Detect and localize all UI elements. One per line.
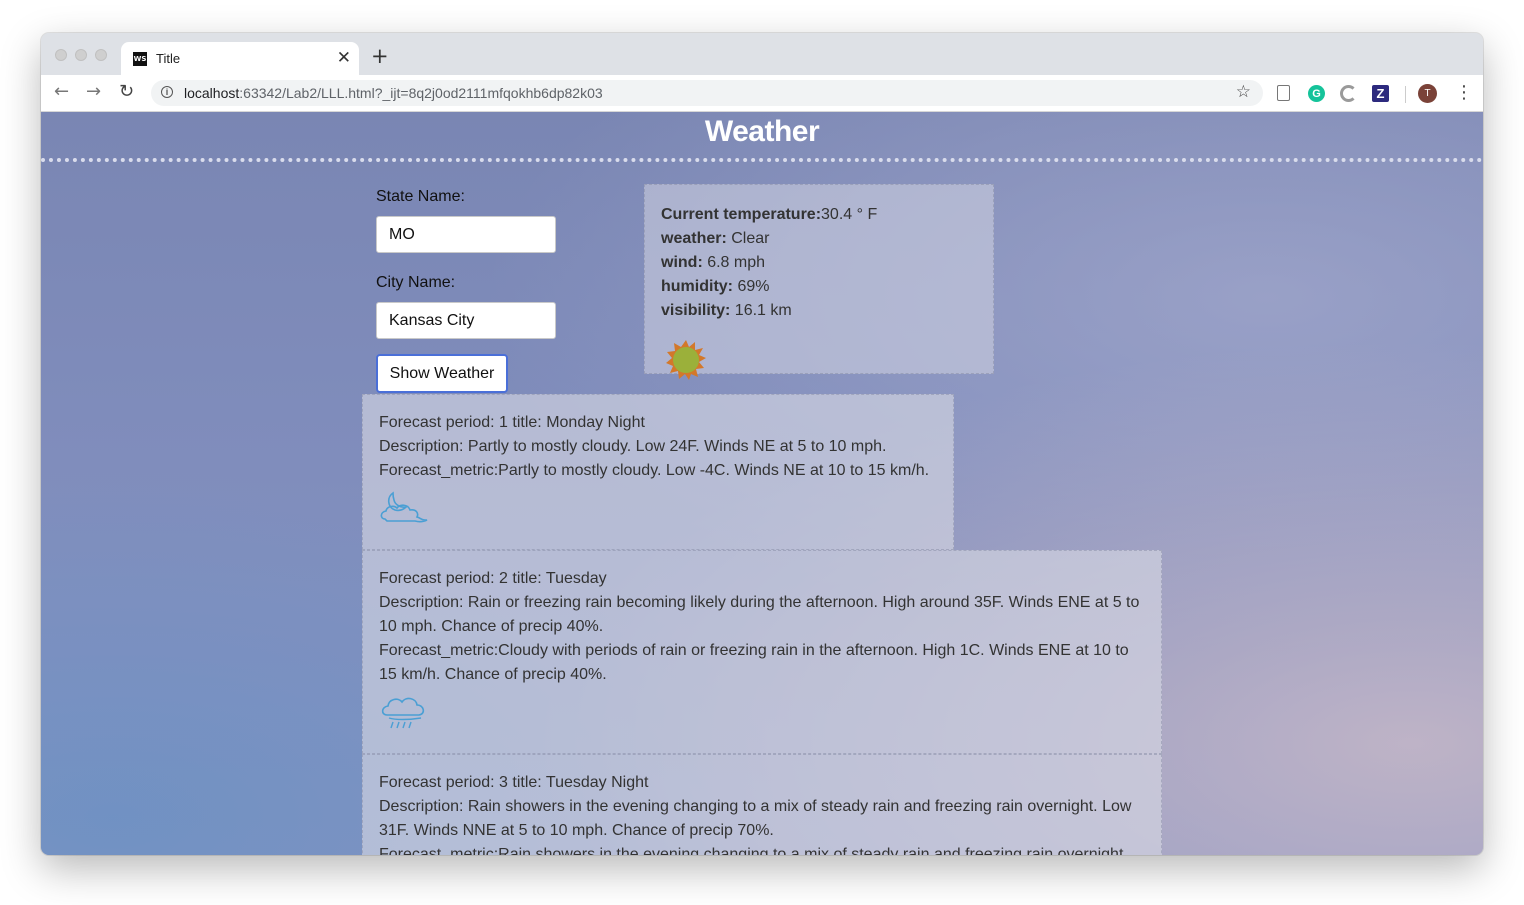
- window-close-button[interactable]: [55, 49, 67, 61]
- back-arrow-icon[interactable]: ←: [54, 83, 69, 101]
- forward-arrow-icon[interactable]: →: [86, 83, 101, 101]
- z-extension-icon[interactable]: Z: [1372, 85, 1389, 102]
- tab-title: Title: [156, 51, 181, 66]
- city-label: City Name:: [376, 274, 456, 291]
- browser-toolbar: ← → ↻ i localhost:63342/Lab2/LLL.html?_i…: [41, 75, 1483, 112]
- forecast-metric: Forecast_metric:Rain showers in the even…: [379, 846, 1128, 855]
- forecast-period-3: Forecast period: 3 title: Tuesday Night …: [362, 754, 1162, 855]
- grammarly-extension-icon[interactable]: G: [1308, 85, 1325, 102]
- state-label: State Name:: [376, 188, 465, 205]
- url-text[interactable]: localhost:63342/Lab2/LLL.html?_ijt=8q2j0…: [184, 85, 603, 101]
- forecast-period-2: Forecast period: 2 title: Tuesday Descri…: [362, 550, 1162, 754]
- visibility-row: visibility: 16.1 km: [661, 299, 977, 323]
- webstorm-favicon-icon: WS: [133, 52, 147, 66]
- profile-avatar[interactable]: T: [1418, 84, 1437, 103]
- rain-cloud-icon: [381, 697, 425, 729]
- visibility-label: visibility:: [661, 302, 731, 319]
- forecast-description: Description: Rain showers in the evening…: [379, 798, 1132, 839]
- address-bar[interactable]: i localhost:63342/Lab2/LLL.html?_ijt=8q2…: [151, 80, 1263, 106]
- tab-close-icon[interactable]: ✕: [337, 48, 351, 68]
- city-input[interactable]: Kansas City: [376, 302, 556, 339]
- browser-window: WS Title ✕ + ← → ↻ i localhost:63342/Lab…: [41, 33, 1483, 855]
- reload-icon[interactable]: ↻: [119, 83, 134, 101]
- wind-label: wind:: [661, 254, 703, 271]
- window-maximize-button[interactable]: [95, 49, 107, 61]
- forecast-heading: Forecast period: 2 title: Tuesday: [379, 570, 607, 587]
- browser-menu-icon[interactable]: ⋮: [1455, 82, 1473, 103]
- sun-icon: [666, 340, 706, 380]
- weather-value: Clear: [726, 230, 770, 247]
- humidity-row: humidity: 69%: [661, 275, 977, 299]
- forecast-metric: Forecast_metric:Cloudy with periods of r…: [379, 642, 1129, 683]
- temperature-row: Current temperature:30.4 ° F: [661, 203, 977, 227]
- wind-row: wind: 6.8 mph: [661, 251, 977, 275]
- document-extension-icon[interactable]: [1277, 85, 1290, 101]
- bookmark-star-icon[interactable]: ☆: [1236, 82, 1251, 102]
- browser-tab[interactable]: WS Title ✕: [121, 42, 359, 75]
- forecast-description: Description: Rain or freezing rain becom…: [379, 594, 1140, 635]
- toolbar-divider: [1405, 86, 1406, 103]
- forecast-metric: Forecast_metric:Partly to mostly cloudy.…: [379, 462, 930, 479]
- show-weather-button[interactable]: Show Weather: [376, 354, 508, 393]
- weather-row: weather: Clear: [661, 227, 977, 251]
- forecast-heading: Forecast period: 1 title: Monday Night: [379, 414, 645, 431]
- temperature-value: 30.4 ° F: [821, 206, 878, 223]
- humidity-label: humidity:: [661, 278, 733, 295]
- forecast-heading: Forecast period: 3 title: Tuesday Night: [379, 774, 649, 791]
- humidity-value: 69%: [733, 278, 770, 295]
- partly-cloudy-night-icon: [380, 491, 428, 523]
- wind-value: 6.8 mph: [702, 254, 766, 271]
- weather-label: weather:: [661, 230, 727, 247]
- url-host: localhost: [184, 85, 240, 101]
- state-input[interactable]: MO: [376, 216, 556, 253]
- current-conditions-panel: Current temperature:30.4 ° F weather: Cl…: [644, 184, 994, 380]
- forecast-period-1: Forecast period: 1 title: Monday Night D…: [362, 394, 954, 550]
- url-path: :63342/Lab2/LLL.html?_ijt=8q2j0od2111mfq…: [239, 85, 603, 101]
- new-tab-button[interactable]: +: [371, 44, 389, 68]
- tab-strip: WS Title ✕ +: [41, 33, 1483, 75]
- page-content: Weather State Name: MO City Name: Kansas…: [41, 112, 1483, 855]
- forecast-description: Description: Partly to mostly cloudy. Lo…: [379, 438, 887, 455]
- visibility-value: 16.1 km: [730, 302, 792, 319]
- site-info-icon[interactable]: i: [161, 86, 173, 98]
- temperature-label: Current temperature:: [661, 206, 822, 223]
- window-minimize-button[interactable]: [75, 49, 87, 61]
- title-divider: [41, 158, 1483, 162]
- page-title: Weather: [704, 115, 820, 148]
- sync-extension-icon[interactable]: [1340, 85, 1357, 102]
